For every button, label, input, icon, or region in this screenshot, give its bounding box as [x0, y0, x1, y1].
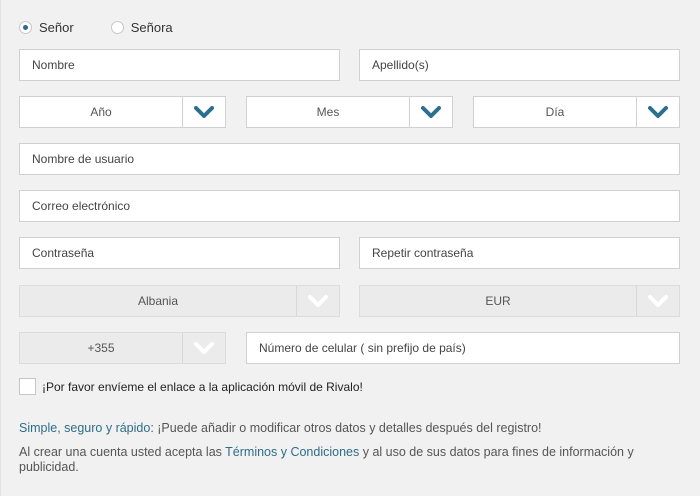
simple-secure-link[interactable]: Simple, seguro y rápido	[19, 421, 150, 435]
chevron-down-icon	[194, 106, 214, 118]
info-line1-text: : ¡Puede añadir o modificar otros datos …	[150, 421, 542, 435]
chevron-down-icon	[308, 295, 328, 307]
registration-form: Señor Señora Nombre Apellido(s) Año Mes …	[0, 0, 700, 496]
info-terms: Al crear una cuenta usted acepta las Tér…	[19, 445, 659, 475]
email-field[interactable]: Correo electrónico	[19, 190, 680, 222]
phone-prefix-value: +355	[87, 341, 115, 355]
app-link-checkbox-label: ¡Por favor envíeme el enlace a la aplica…	[42, 379, 363, 394]
birth-year-select[interactable]: Año	[19, 96, 226, 128]
info-terms-prefix: Al crear una cuenta usted acepta las	[19, 445, 226, 459]
radio-senora[interactable]: Señora	[110, 20, 173, 35]
currency-select[interactable]: EUR	[359, 285, 680, 317]
currency-value: EUR	[485, 294, 511, 308]
chevron-down-icon	[421, 106, 441, 118]
phone-prefix-toggle[interactable]	[182, 333, 225, 363]
radio-senora-label: Señora	[130, 20, 173, 35]
radio-senor-indicator[interactable]	[19, 21, 32, 34]
radio-senor-label: Señor	[39, 20, 74, 35]
password-field[interactable]: Contraseña	[19, 237, 340, 269]
birth-month-toggle[interactable]	[409, 97, 452, 127]
birth-year-value: Año	[90, 105, 112, 119]
chevron-down-icon	[648, 295, 668, 307]
mobile-number-field[interactable]: Número de celular ( sin prefijo de país)	[246, 332, 680, 364]
country-toggle[interactable]	[296, 286, 339, 316]
first-name-field[interactable]: Nombre	[19, 49, 340, 81]
terms-link[interactable]: Términos y Condiciones	[225, 445, 359, 459]
app-link-checkbox[interactable]	[19, 378, 36, 395]
radio-senora-indicator[interactable]	[110, 21, 124, 34]
birth-month-value: Mes	[316, 105, 340, 119]
info-simple-secure: Simple, seguro y rápido: ¡Puede añadir o…	[19, 421, 659, 436]
chevron-down-icon	[648, 106, 668, 118]
country-value: Albania	[137, 294, 179, 308]
chevron-down-icon	[194, 342, 214, 354]
phone-prefix-select[interactable]: +355	[19, 332, 226, 364]
gender-radio-group: Señor Señora	[19, 20, 173, 35]
birth-day-select[interactable]: Día	[473, 96, 680, 128]
last-name-field[interactable]: Apellido(s)	[359, 49, 680, 81]
birth-day-value: Día	[545, 105, 565, 119]
birth-day-toggle[interactable]	[636, 97, 679, 127]
country-select[interactable]: Albania	[19, 285, 340, 317]
password-repeat-field[interactable]: Repetir contraseña	[359, 237, 680, 269]
app-link-checkbox-row[interactable]: ¡Por favor envíeme el enlace a la aplica…	[19, 378, 363, 395]
birth-year-toggle[interactable]	[182, 97, 225, 127]
radio-senor[interactable]: Señor	[19, 20, 74, 35]
currency-toggle[interactable]	[636, 286, 679, 316]
birth-month-select[interactable]: Mes	[246, 96, 453, 128]
username-field[interactable]: Nombre de usuario	[19, 143, 680, 175]
